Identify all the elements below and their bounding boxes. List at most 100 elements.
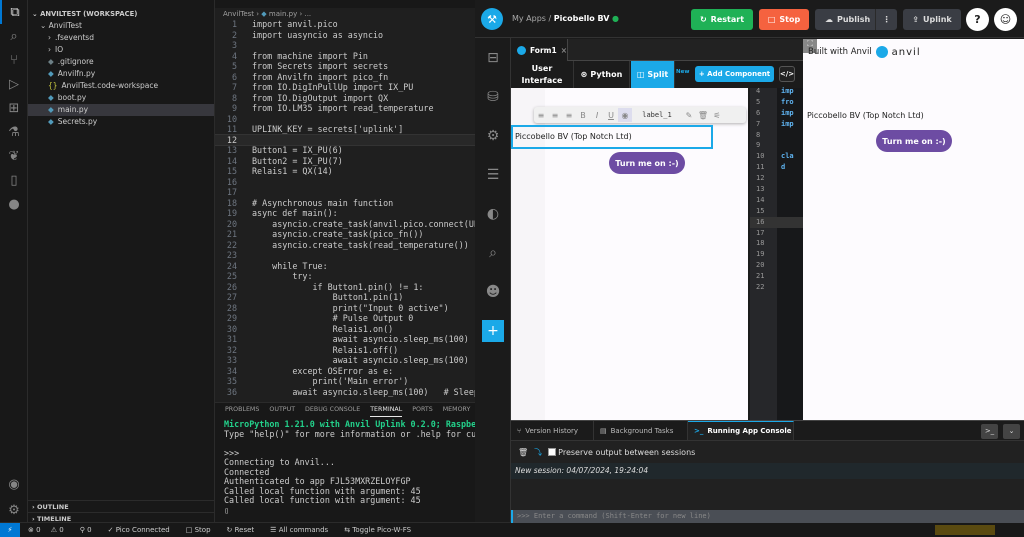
anvil-logo-icon[interactable]: ⚒	[481, 8, 503, 30]
terminal[interactable]: MicroPython 1.21.0 with Anvil Uplink 0.2…	[215, 417, 475, 518]
preserve-checkbox[interactable]	[548, 448, 557, 456]
explorer-item-label: .fseventsd	[55, 33, 94, 42]
explorer-item[interactable]: ◆ .gitignore	[28, 56, 214, 68]
explorer-item[interactable]: ◆ boot.py	[28, 92, 214, 104]
app-preview[interactable]: ⛶ Built with Anvil anvil Piccobello BV (T…	[803, 39, 1024, 420]
ports-indicator[interactable]: ⚲ 0	[80, 526, 100, 534]
more-options-icon[interactable]: ⋮	[875, 9, 897, 30]
my-apps-link[interactable]: My Apps	[512, 14, 546, 23]
panel-tab-terminal[interactable]: TERMINAL	[370, 403, 403, 417]
panel-tab-memory[interactable]: MEMORY	[443, 403, 471, 416]
add-component-button[interactable]: + Add Component	[695, 66, 774, 82]
component-name[interactable]: label_1	[632, 111, 682, 119]
explorer-icon[interactable]: ⧉	[0, 0, 28, 24]
app-browser-icon[interactable]: ⊟	[475, 38, 511, 77]
italic-icon[interactable]: I	[590, 108, 604, 122]
database-icon[interactable]: ⛁	[475, 77, 511, 116]
outline-section[interactable]: › OUTLINE	[28, 500, 215, 512]
form1-tab[interactable]: Form1 ×	[511, 39, 568, 61]
testing-icon[interactable]: ⚗	[0, 120, 28, 144]
delete-icon[interactable]: 🗑	[696, 108, 710, 122]
tab-python[interactable]: ⊛ Python	[574, 61, 630, 88]
breadcrumb-file[interactable]: main.py	[269, 10, 297, 18]
search-icon[interactable]: ⌕	[475, 233, 511, 272]
align-center-icon[interactable]: ≡	[548, 108, 562, 122]
explorer-item[interactable]: ◆ Anvilfn.py	[28, 68, 214, 80]
github-icon[interactable]: ●	[0, 192, 28, 216]
trash-icon[interactable]: 🗑	[518, 448, 528, 457]
all-commands-button[interactable]: ☰ All commands	[270, 526, 336, 534]
panel-tab-output[interactable]: OUTPUT	[269, 403, 295, 416]
code-lines[interactable]: 1 import anvil.pico 2 import uasyncio as as…	[215, 19, 475, 397]
uplink-button[interactable]: ⇪ Uplink	[903, 9, 961, 30]
tab-split[interactable]: ◫ Split	[631, 61, 675, 88]
code-line: 31 await asyncio.sleep_ms(100) #	[215, 334, 475, 345]
reset-button[interactable]: ↻ Reset	[227, 526, 263, 534]
theme-icon[interactable]: ◐	[475, 194, 511, 233]
user-avatar-icon[interactable]: ☺	[994, 8, 1017, 31]
scroll-down-icon[interactable]: ⤵	[534, 447, 542, 458]
preview-turn-on-button[interactable]: Turn me on :-)	[876, 130, 952, 152]
tab-running-app-console[interactable]: >_ Running App Console	[688, 421, 794, 440]
remote-icon[interactable]: ⚡	[0, 522, 20, 537]
panel-tab-ports[interactable]: PORTS	[412, 403, 433, 416]
tab-background-tasks[interactable]: ▤ Background Tasks	[594, 421, 688, 440]
workspace-header[interactable]: ⌄ ANVILTEST (WORKSPACE)	[28, 8, 214, 20]
restart-button[interactable]: ↻ Restart	[691, 9, 753, 30]
align-right-icon[interactable]: ≡	[562, 108, 576, 122]
explorer-item[interactable]: ◆ main.py	[28, 104, 214, 116]
status-item[interactable]	[935, 524, 995, 535]
explorer-item[interactable]: {} AnvilTest.code-workspace	[28, 80, 214, 92]
explorer-item[interactable]: › .fseventsd	[28, 32, 214, 44]
tab-user-interface[interactable]: User Interface	[511, 61, 574, 88]
explorer-item[interactable]: › IO	[28, 44, 214, 56]
collapse-chevron-icon[interactable]: ⌄	[1003, 424, 1020, 439]
tab-version-history[interactable]: ⑂ Version History	[511, 421, 594, 440]
form-designer[interactable]: ≡ ≡ ≡ B I U ◉ label_1 ✎ 🗑 ⚟ Piccobello BV (Top …	[511, 88, 748, 420]
bold-icon[interactable]: B	[576, 108, 590, 122]
publish-button[interactable]: ☁ Publish ⋮	[815, 9, 897, 30]
breadcrumb-folder[interactable]: AnvilTest	[223, 10, 254, 18]
add-icon[interactable]: +	[475, 311, 511, 350]
properties-icon[interactable]: ⚟	[710, 108, 724, 122]
close-icon[interactable]: ×	[561, 46, 567, 55]
underline-icon[interactable]: U	[604, 108, 618, 122]
toggle-fs-button[interactable]: ⇆ Toggle Pico-W-FS	[344, 526, 419, 534]
visibility-icon[interactable]: ◉	[618, 108, 632, 122]
pico-icon[interactable]: ❦	[0, 144, 28, 168]
ui-label-2: Interface	[521, 75, 563, 85]
source-control-icon[interactable]: ⑂	[0, 48, 28, 72]
terminal-toggle-button[interactable]: >_	[981, 424, 998, 439]
activity-bar: ⧉ ⌕ ⑂ ▷ ⊞ ⚗ ❦ ▯ ● ◉ ⚙	[0, 0, 28, 522]
settings-icon[interactable]: ⚙	[475, 116, 511, 155]
stop-button[interactable]: □ Stop	[759, 9, 809, 30]
gear-icon[interactable]: ⚙	[0, 498, 28, 522]
list-icon[interactable]: ☰	[475, 155, 511, 194]
stop-button[interactable]: □ Stop	[186, 526, 219, 534]
panel-tab-debug-console[interactable]: DEBUG CONSOLE	[305, 403, 360, 416]
align-left-icon[interactable]: ≡	[534, 108, 548, 122]
code-split-pane[interactable]: 4 imp 5 fro 6 imp 7 imp 8 9 10 cla 11 d 12 13 14 15 16 17 18…	[750, 87, 803, 420]
run-debug-icon[interactable]: ▷	[0, 72, 28, 96]
search-icon[interactable]: ⌕	[0, 24, 28, 48]
explorer-item-label: Secrets.py	[57, 117, 98, 126]
explorer-item[interactable]: ◆ Secrets.py	[28, 116, 214, 128]
command-input[interactable]: >>> Enter a command (Shift-Enter for new…	[511, 510, 1024, 523]
label-component[interactable]: Piccobello BV (Top Notch Ltd)	[511, 125, 713, 149]
turn-on-button[interactable]: Turn me on :-)	[609, 152, 685, 174]
code-view-button[interactable]: </>	[779, 66, 795, 82]
help-button[interactable]: ?	[966, 8, 989, 31]
code-text: # Pulse Output 0	[252, 313, 414, 323]
panel-tab-problems[interactable]: PROBLEMS	[225, 403, 259, 416]
extensions-icon[interactable]: ⊞	[0, 96, 28, 120]
problems-indicator[interactable]: ⊗ 0 ⚠ 0	[28, 526, 72, 534]
account-icon[interactable]: ◉	[0, 472, 28, 496]
folder-anviltest[interactable]: ⌄ AnvilTest	[28, 20, 214, 32]
code-editor[interactable]: AnvilTest › ◆ main.py › ... 1 import anvi…	[215, 0, 475, 402]
built-with-anvil[interactable]: Built with Anvil anvil	[808, 46, 921, 58]
pico-connected[interactable]: ✓ Pico Connected	[108, 526, 178, 534]
breadcrumb-rest[interactable]: ...	[304, 10, 311, 18]
users-icon[interactable]: ☻	[475, 272, 511, 311]
edit-icon[interactable]: ✎	[682, 108, 696, 122]
device-icon[interactable]: ▯	[0, 168, 28, 192]
